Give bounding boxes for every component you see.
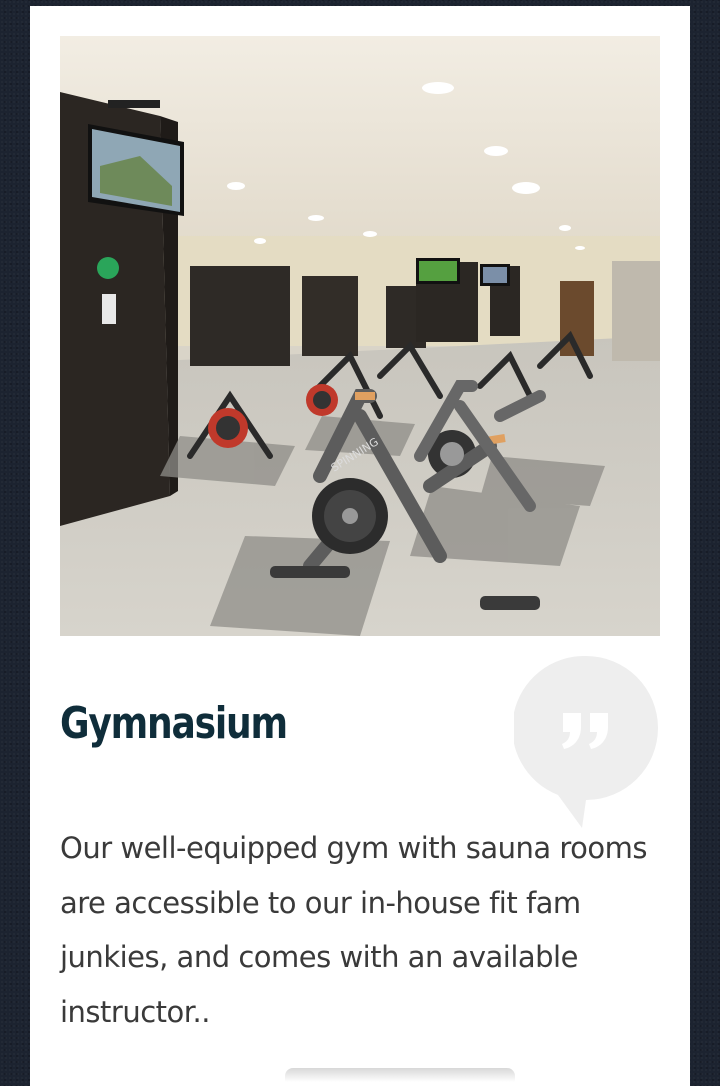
quote-badge bbox=[514, 656, 658, 828]
card-description: Our well-equipped gym with sauna rooms a… bbox=[60, 831, 648, 1029]
gym-photo-image: SPINNING bbox=[60, 36, 660, 636]
gym-photo[interactable]: SPINNING bbox=[60, 36, 660, 636]
feature-card: SPINNING Gymnasium Our well-equipped gym… bbox=[30, 6, 690, 1086]
card-title: Gymnasium bbox=[60, 698, 288, 749]
bottom-fade bbox=[285, 1068, 515, 1082]
quote-icon bbox=[514, 656, 658, 828]
